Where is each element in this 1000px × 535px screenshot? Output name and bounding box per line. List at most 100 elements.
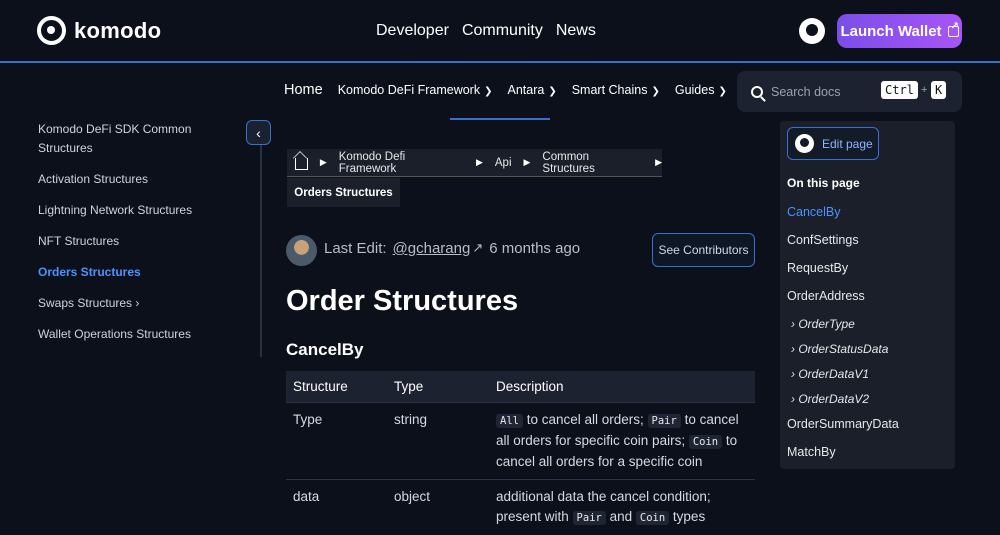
toc-list: CancelBy ConfSettings RequestBy OrderAdd… (787, 205, 899, 473)
github-icon[interactable] (799, 18, 825, 44)
caret-right-icon: ▶ (475, 157, 483, 167)
inline-code: Coin (635, 510, 670, 525)
inline-code: Pair (572, 510, 606, 525)
chevron-down-icon: ❯ (484, 86, 493, 97)
subnav-antara[interactable]: Antara ❯ (507, 83, 556, 97)
shortcut-k-key: K (931, 81, 947, 99)
toc-item-orderaddress[interactable]: OrderAddress (787, 289, 899, 317)
toc-subitem-orderstatusdata[interactable]: › OrderStatusData (787, 342, 899, 367)
komodo-logo[interactable]: komodo (37, 16, 161, 45)
toc-subitem-label: OrderDataV2 (798, 392, 870, 406)
launch-wallet-label: Launch Wallet (840, 22, 942, 40)
sidebar-divider (260, 145, 262, 357)
table-cell: object (387, 478, 489, 535)
secondary-nav: Home Komodo DeFi Framework ❯ Antara ❯ Smar… (284, 82, 727, 98)
toc-item-ordersummarydata[interactable]: OrderSummaryData (787, 417, 899, 445)
table-cell: string (387, 401, 489, 479)
sidebar-item-activation[interactable]: Activation Structures (38, 170, 243, 189)
chevron-left-icon: ‹ (256, 124, 261, 141)
sidebar-item-label: Swaps Structures (38, 296, 133, 310)
nav-developer[interactable]: Developer (376, 22, 449, 40)
chevron-down-icon: ❯ (651, 86, 660, 97)
breadcrumb-current: Orders Structures (287, 178, 400, 207)
chevron-down-icon: ❯ (718, 86, 727, 97)
last-edit-label: Last Edit: (324, 240, 387, 257)
komodo-logo-icon (37, 16, 66, 45)
last-edit-info: Last Edit: @gcharang ↗ 6 months ago (324, 240, 580, 257)
table-header-row: Structure Type Description (286, 371, 755, 402)
home-icon[interactable] (295, 158, 308, 170)
inline-code: Coin (688, 434, 723, 449)
subnav-smart-chains[interactable]: Smart Chains ❯ (572, 83, 660, 97)
inline-code: Pair (647, 413, 681, 428)
subnav-label: Guides (674, 83, 715, 97)
search-icon (751, 85, 763, 98)
sidebar-item-lightning[interactable]: Lightning Network Structures (38, 201, 243, 220)
breadcrumb-item[interactable]: Api (495, 157, 512, 169)
caret-right-icon: ▶ (319, 157, 327, 167)
shortcut-plus: + (921, 84, 928, 96)
sidebar-item-sdk-common[interactable]: Komodo DeFi SDK Common Structures (38, 120, 243, 158)
toc-item-cancelby[interactable]: CancelBy (787, 205, 899, 233)
launch-wallet-button[interactable]: Launch Wallet (837, 14, 962, 48)
github-icon (795, 134, 814, 153)
toc-item-matchby[interactable]: MatchBy (787, 445, 899, 473)
toc-item-requestby[interactable]: RequestBy (787, 261, 899, 289)
toc-item-confsettings[interactable]: ConfSettings (787, 233, 899, 261)
subnav-komodo-defi-framework[interactable]: Komodo DeFi Framework ❯ (338, 83, 493, 97)
brand-name: komodo (74, 17, 162, 43)
table-row: data object additional data the cancel c… (286, 478, 755, 535)
nav-news[interactable]: News (556, 22, 596, 40)
subnav-home[interactable]: Home (284, 82, 323, 98)
breadcrumb: ▶ Komodo Defi Framework ▶ Api ▶ Common S… (287, 149, 662, 177)
cell-text: and (605, 508, 636, 524)
cell-text: types (669, 508, 706, 524)
chevron-right-icon: › (135, 296, 140, 310)
arrow-up-right-icon: ↗ (472, 240, 484, 255)
subnav-label: Komodo DeFi Framework (337, 83, 481, 97)
sidebar-item-wallet-operations[interactable]: Wallet Operations Structures (38, 325, 243, 344)
sidebar-item-swaps[interactable]: Swaps Structures › (38, 294, 243, 313)
breadcrumb-item[interactable]: Common Structures (542, 151, 643, 175)
table-cell: data (286, 478, 387, 535)
subnav-label: Antara (507, 83, 545, 97)
avatar (286, 235, 317, 266)
toc-heading: On this page (787, 176, 860, 190)
column-header: Structure (286, 371, 387, 402)
inline-code: All (496, 413, 523, 428)
toc-subitem-ordertype[interactable]: › OrderType (787, 317, 899, 342)
collapse-sidebar-button[interactable]: ‹ (246, 120, 271, 145)
caret-right-icon: ▶ (523, 157, 531, 167)
sidebar-item-orders[interactable]: Orders Structures (38, 263, 243, 282)
table-of-contents: Edit page On this page CancelBy ConfSett… (780, 121, 955, 469)
toc-subitem-orderdatav2[interactable]: › OrderDataV2 (787, 392, 899, 417)
section-heading: CancelBy (286, 340, 364, 359)
table-cell: All to cancel all orders; Pair to cancel… (489, 401, 755, 479)
toc-subitem-label: OrderDataV1 (798, 367, 870, 381)
edit-page-button[interactable]: Edit page (787, 127, 879, 160)
structure-table: Structure Type Description Type string A… (286, 371, 755, 535)
toc-subitem-orderdatav1[interactable]: › OrderDataV1 (787, 367, 899, 392)
table-row: Type string All to cancel all orders; Pa… (286, 401, 755, 479)
shortcut-ctrl-key: Ctrl (881, 81, 918, 99)
column-header: Description (489, 371, 755, 402)
breadcrumb-item[interactable]: Komodo Defi Framework (339, 151, 464, 175)
editor-link[interactable]: @gcharang (393, 240, 471, 257)
cell-text: to cancel all orders; (522, 411, 648, 427)
main-nav: Developer Community News (376, 22, 596, 40)
search-placeholder: Search docs (771, 84, 841, 99)
caret-right-icon: ▶ (655, 157, 663, 167)
subnav-guides[interactable]: Guides ❯ (675, 83, 727, 97)
nav-community[interactable]: Community (462, 22, 543, 40)
column-header: Type (387, 371, 489, 402)
last-edit-time: 6 months ago (489, 240, 581, 257)
toc-subitem-label: OrderStatusData (798, 342, 889, 356)
table-cell: Type (286, 401, 387, 479)
search-docs-input[interactable]: Search docs Ctrl + K (737, 71, 962, 112)
see-contributors-button[interactable]: See Contributors (652, 233, 755, 267)
subnav-label: Smart Chains (571, 83, 648, 97)
toc-subitem-label: OrderType (798, 317, 855, 331)
subnav-active-indicator (450, 118, 550, 120)
sidebar-item-nft[interactable]: NFT Structures (38, 232, 243, 251)
docs-sidebar: Komodo DeFi SDK Common Structures Activa… (38, 120, 243, 356)
